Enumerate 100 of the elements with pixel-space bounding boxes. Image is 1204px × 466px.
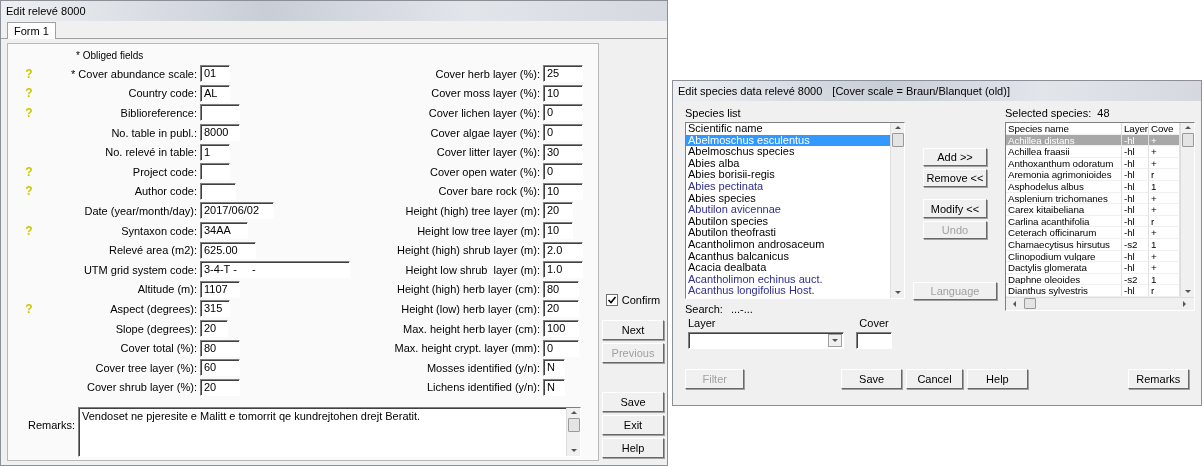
help-icon: ? [22,223,36,238]
selected-species-count: Selected species: 48 [1005,107,1111,119]
table-cell: Carlina acanthifolia [1006,215,1122,228]
table-cell: -hl [1122,250,1149,263]
input-field[interactable]: N [543,359,565,377]
input-field[interactable]: 1 [200,143,230,161]
input-field[interactable]: AL [200,84,230,102]
input-field[interactable]: 2017/06/02 [200,202,274,220]
input-field[interactable]: 34AA [200,222,248,240]
layer-dropdown[interactable] [688,332,844,349]
species-item[interactable]: Abelmoschus species [686,146,890,158]
scroll-thumb[interactable] [1024,298,1036,310]
species-list[interactable] [685,122,905,299]
species-item[interactable]: Abies species [686,192,890,205]
tab[interactable]: Form 1 [7,22,56,39]
table-cell: Dianthus sylvestris [1006,285,1122,297]
input-field[interactable]: 20 [543,300,579,318]
input-field[interactable]: 25 [543,65,583,83]
checkmark-icon [606,295,617,305]
input-field[interactable]: 100 [543,320,579,337]
input-field[interactable]: 10 [543,182,583,200]
species-item[interactable]: Abies alba [686,157,890,170]
table-cell: -hl [1122,215,1149,228]
table-cell: Asphodelus albus [1006,180,1122,193]
field-label: Cover open water (%): [428,165,541,178]
help-icon: ? [22,106,36,120]
species-item[interactable]: Acacia dealbata [686,262,890,274]
confirm-checkbox[interactable]: Confirm [605,294,661,306]
input-field[interactable]: 20 [200,320,228,337]
column-header[interactable]: Scientific name [686,123,890,135]
save-button[interactable]: Save [602,392,664,412]
input-field[interactable]: 1107 [200,280,240,298]
cover-input[interactable] [856,332,892,349]
input-field[interactable]: 0 [543,124,583,142]
remove-button[interactable]: Remove << [923,169,987,188]
input-field[interactable]: 01 [200,65,230,83]
input-field[interactable]: N [543,378,565,396]
table-cell: Carex kitaibeliana [1006,204,1122,216]
species-item[interactable]: Acantholimon echinus auct. [686,273,890,286]
scroll-thumb[interactable] [567,418,580,433]
input-field[interactable]: 30 [543,143,583,161]
modify-button[interactable]: Modify << [923,199,987,218]
input-field[interactable]: 1.0 [543,261,583,279]
field-label: Height (high) shrub layer (m): [395,244,541,257]
scroll-thumb[interactable] [891,133,904,147]
field-label: Cover tree layer (%): [94,361,198,374]
help-icon: ? [22,86,36,101]
table-cell: Anthoxanthum odoratum [1006,157,1122,170]
input-field[interactable]: 0 [543,339,579,357]
input-field[interactable]: 2.0 [543,241,583,259]
window-title-text: Edit species data relevé 8000 [678,85,823,97]
species-item[interactable]: Acanthus balcanicus [686,250,890,263]
input-field[interactable]: 10 [543,84,583,102]
input-field[interactable]: 0 [543,104,583,122]
input-field[interactable] [200,163,230,181]
selected-species-table[interactable] [1005,122,1195,311]
help-button[interactable]: Help [967,369,1028,389]
species-item[interactable]: Abies borisii-regis [686,169,890,181]
table-cell: -hl [1122,157,1149,170]
input-field[interactable]: 80 [543,280,579,298]
field-label: Date (year/month/day): [83,204,198,217]
field-label: Cover shrub layer (%): [85,381,198,394]
table-cell: -hl [1122,285,1149,297]
species-item[interactable]: Abutilon avicennae [686,204,890,216]
remarks-button[interactable]: Remarks [1127,369,1189,389]
species-item[interactable]: Acanthus longifolius Host. [686,285,890,297]
next-button[interactable]: Next [602,320,664,340]
scroll-thumb[interactable] [1181,133,1194,147]
input-field[interactable]: 8000 [200,124,240,142]
field-label: Cover litter layer (%): [435,146,541,159]
input-field[interactable]: 10 [543,222,573,240]
save-button[interactable]: Save [841,369,902,389]
input-field[interactable] [200,182,236,200]
input-field[interactable]: 0 [543,163,583,181]
input-field[interactable]: 60 [200,359,240,377]
column-header[interactable]: Cove [1149,123,1180,135]
species-item[interactable]: Acantholimon androsaceum [686,238,890,251]
field-label: Height low tree layer (m): [416,224,541,237]
exit-button[interactable]: Exit [602,415,664,435]
input-field[interactable] [200,104,240,122]
input-field[interactable]: 20 [200,378,240,396]
input-field[interactable]: 80 [200,339,240,357]
input-field[interactable]: 625.00 [200,241,256,259]
column-header[interactable]: Species name [1006,123,1122,135]
cancel-button[interactable]: Cancel [905,369,964,389]
field-label: No. table in publ.: [110,126,198,139]
species-item[interactable]: Abutilon theofrasti [686,227,890,239]
add-button[interactable]: Add >> [923,148,987,167]
remarks-field[interactable]: Vendoset ne pjeresite e Malitt e tomorrit qe kundrejtohen drejt Beratit. [78,407,581,458]
column-header[interactable]: Layer [1122,123,1149,135]
field-label: UTM grid system code: [82,263,198,276]
input-field[interactable]: 20 [543,202,573,220]
input-field[interactable]: 315 [200,300,230,318]
input-field[interactable]: 3-4-T - - [200,261,350,279]
help-button[interactable]: Help [602,438,664,458]
field-label: Altitude (m): [136,283,198,296]
species-item[interactable]: Abies pectinata [686,180,890,193]
species-item[interactable]: Abutilon species [686,215,890,228]
table-cell: -s2 [1122,238,1149,251]
table-cell: -hl [1122,262,1149,274]
